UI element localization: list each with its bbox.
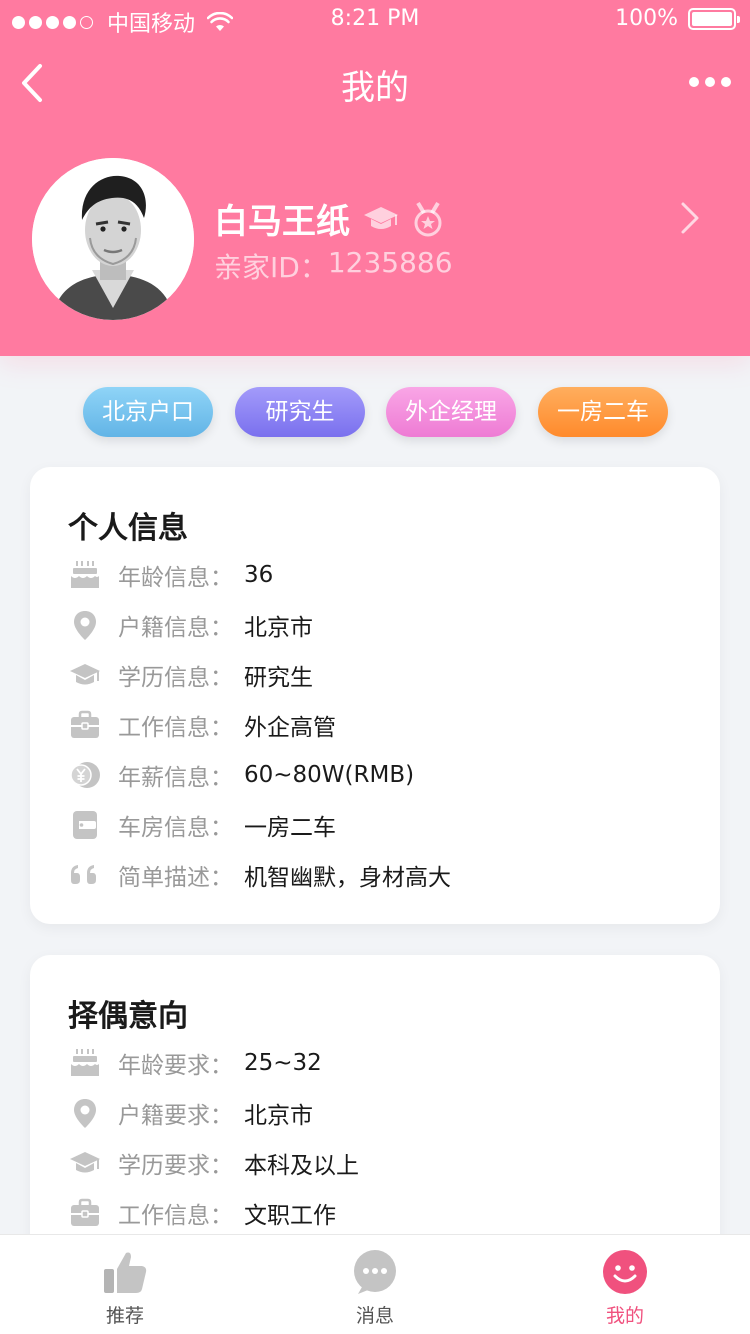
tag-education[interactable]: 研究生 [235,387,365,437]
username: 白马王纸 [214,202,350,242]
personal-info-title: 个人信息 [68,511,188,546]
row-value: 研究生 [244,665,313,691]
pref-row-education: 学历要求： 本科及以上 [68,1143,359,1183]
more-dots-icon[interactable] [688,70,732,94]
row-label: 年龄信息： [118,565,233,591]
tab-mine[interactable]: 我的 [500,1235,750,1334]
info-row-salary: 年薪信息： 60~80W(RMB) [68,755,414,795]
birthday-cake-icon [68,558,102,592]
status-right: 100% [615,6,740,31]
row-label: 工作信息： [118,1203,233,1229]
graduation-cap-icon [364,206,398,229]
user-id: 亲家ID： 1235886 [214,246,453,286]
tab-label: 推荐 [105,1305,144,1327]
row-value: 25~32 [244,1050,322,1076]
row-label: 简单描述： [118,865,233,891]
battery-percent: 100% [615,6,678,31]
briefcase-icon [68,708,102,742]
tab-messages[interactable]: 消息 [250,1235,500,1334]
chevron-right-icon[interactable] [678,200,702,236]
row-label: 车房信息： [118,815,233,841]
navbar: 我的 [0,40,750,128]
profile-summary[interactable]: 白马王纸 亲家ID： 1235886 [0,150,750,330]
user-id-label: 亲家ID： [214,251,328,284]
graduation-cap-icon [68,1146,102,1180]
personal-info-card: 个人信息 年龄信息： 36 户籍信息： 北京市 学历信息： 研究生 工作信息： … [30,467,720,924]
pref-row-age: 年龄要求： 25~32 [68,1043,322,1083]
yuan-coin-icon [68,758,102,792]
status-bar: 中国移动 8:21 PM 100% [0,0,750,40]
tab-label: 消息 [355,1305,394,1327]
partner-preference-card: 择偶意向 年龄要求： 25~32 户籍要求： 北京市 学历要求： 本科及以上 工… [30,955,720,1275]
briefcase-icon [68,1196,102,1230]
profile-header: 中国移动 8:21 PM 100% 我的 白马王纸 亲家ID： 1235886 [0,0,750,356]
row-label: 年龄要求： [118,1053,233,1079]
thumbs-up-icon [104,1252,147,1293]
info-row-description: 简单描述： 机智幽默，身材高大 [68,855,451,895]
graduation-cap-icon [68,658,102,692]
tag-hukou[interactable]: 北京户口 [83,387,213,437]
location-pin-icon [68,608,102,642]
tag-list: 北京户口 研究生 外企经理 一房二车 [0,387,750,437]
row-label: 户籍信息： [118,615,233,641]
tag-assets[interactable]: 一房二车 [538,387,668,437]
row-value: 北京市 [244,615,313,641]
row-label: 学历信息： [118,665,233,691]
row-label: 工作信息： [118,715,233,741]
avatar[interactable] [32,158,194,320]
chat-bubble-icon [354,1250,396,1294]
user-id-value: 1235886 [327,246,453,279]
row-value: 一房二车 [244,815,336,841]
wallet-icon [68,808,102,842]
info-row-job: 工作信息： 外企高管 [68,705,336,745]
username-row: 白马王纸 [214,194,444,243]
info-row-assets: 车房信息： 一房二车 [68,805,336,845]
row-value: 文职工作 [244,1203,336,1229]
tab-recommend[interactable]: 推荐 [0,1235,250,1334]
partner-preference-title: 择偶意向 [68,999,188,1034]
row-value: 本科及以上 [244,1153,359,1179]
tab-bar: 推荐 消息 我的 [0,1234,750,1334]
smiley-icon [603,1250,647,1294]
avatar-portrait [32,158,194,320]
row-value: 60~80W(RMB) [244,762,415,788]
pref-row-job: 工作信息： 文职工作 [68,1193,336,1233]
row-value: 36 [244,562,274,588]
battery-icon [688,7,740,30]
row-value: 机智幽默，身材高大 [244,865,451,891]
birthday-cake-icon [68,1046,102,1080]
medal-icon [414,201,442,236]
page-title: 我的 [341,68,409,108]
location-pin-icon [68,1096,102,1130]
tag-job[interactable]: 外企经理 [386,387,516,437]
quote-icon [68,858,102,892]
row-value: 北京市 [244,1103,313,1129]
row-label: 学历要求： [118,1153,233,1179]
pref-row-hukou: 户籍要求： 北京市 [68,1093,313,1133]
row-value: 外企高管 [244,715,336,741]
row-label: 年薪信息： [118,765,233,791]
info-row-age: 年龄信息： 36 [68,555,273,595]
tab-label: 我的 [605,1305,644,1327]
row-label: 户籍要求： [118,1103,233,1129]
info-row-education: 学历信息： 研究生 [68,655,313,695]
info-row-hukou: 户籍信息： 北京市 [68,605,313,645]
